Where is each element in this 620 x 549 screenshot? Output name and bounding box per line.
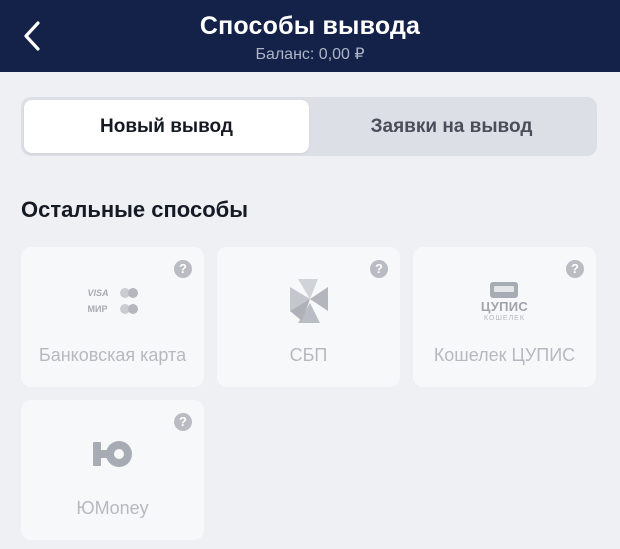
mir-brand-label: МИР: [87, 304, 108, 314]
cupis-wallet-icon: ЦУПИС КОШЕЛЕК: [413, 275, 596, 327]
sbp-icon: [217, 275, 400, 327]
balance-text: Баланс: 0,00 ₽: [255, 46, 365, 63]
method-label: ЮMoney: [76, 498, 149, 518]
tab-switcher: Новый вывод Заявки на вывод: [21, 97, 597, 156]
method-label: СБП: [289, 345, 328, 365]
visa-brand-label: VISA: [87, 288, 109, 298]
page-title: Способы вывода: [199, 12, 421, 40]
cupis-logo-subtext: КОШЕЛЕК: [484, 314, 525, 322]
section-title: Остальные способы: [21, 197, 249, 222]
method-label: Банковская карта: [38, 345, 187, 365]
method-card-sbp[interactable]: ? СБП: [217, 247, 400, 387]
method-card-cupis[interactable]: ? ЦУПИС КОШЕЛЕК Кошелек ЦУПИС: [413, 247, 596, 387]
app-header: Способы вывода Баланс: 0,00 ₽: [0, 0, 620, 72]
method-card-yumoney[interactable]: ? ЮMoney: [21, 400, 204, 540]
bank-card-icon: VISA МИР: [21, 275, 204, 327]
method-label: Кошелек ЦУПИС: [433, 345, 576, 365]
yumoney-icon: [21, 428, 204, 480]
tab-withdrawal-requests[interactable]: Заявки на вывод: [309, 100, 594, 153]
method-card-bank-card[interactable]: ? VISA МИР Банковская карта: [21, 247, 204, 387]
tab-new-withdrawal[interactable]: Новый вывод: [24, 100, 309, 153]
cupis-logo-text: ЦУПИС: [480, 298, 529, 314]
